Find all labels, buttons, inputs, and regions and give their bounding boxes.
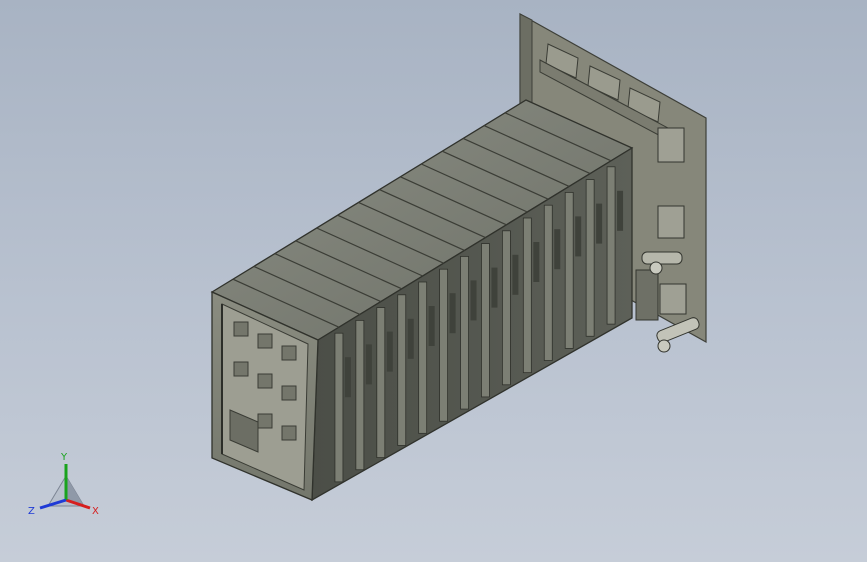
module-cutout (344, 357, 351, 398)
module-cutout (596, 203, 603, 244)
module-divider-side (376, 307, 386, 459)
module-divider-side (397, 294, 407, 446)
module-divider-side (439, 268, 449, 422)
module-cutout (617, 190, 624, 231)
module-cutout (575, 216, 582, 257)
module-divider-side (543, 204, 553, 361)
module-divider-side (460, 255, 469, 410)
orientation-triad[interactable]: X Y Z (26, 448, 106, 528)
module-divider-side (355, 319, 365, 471)
module-divider-side (585, 179, 595, 337)
module-cutout (386, 331, 393, 372)
module-cutout (365, 344, 372, 385)
z-axis-label: Z (28, 506, 35, 517)
module-cutout (407, 318, 414, 359)
module-divider-side (418, 281, 428, 434)
module-cutout (554, 229, 561, 270)
x-axis-label: X (92, 506, 99, 517)
module-divider-side (501, 230, 511, 386)
module-cutout (428, 306, 435, 346)
module-divider-side (481, 243, 490, 398)
y-axis-label: Y (60, 452, 68, 463)
battery-pack-model[interactable] (0, 0, 867, 562)
module-cutout (491, 267, 498, 308)
3d-viewport[interactable]: X Y Z (0, 0, 867, 562)
module-cutout (449, 293, 456, 334)
module-divider-side (334, 332, 344, 483)
module-divider-side (522, 217, 532, 374)
module-cutout (533, 242, 540, 282)
module-cutout (512, 254, 519, 295)
module-divider-side (564, 191, 574, 349)
module-divider-side (606, 166, 616, 325)
module-cutout (470, 280, 477, 321)
